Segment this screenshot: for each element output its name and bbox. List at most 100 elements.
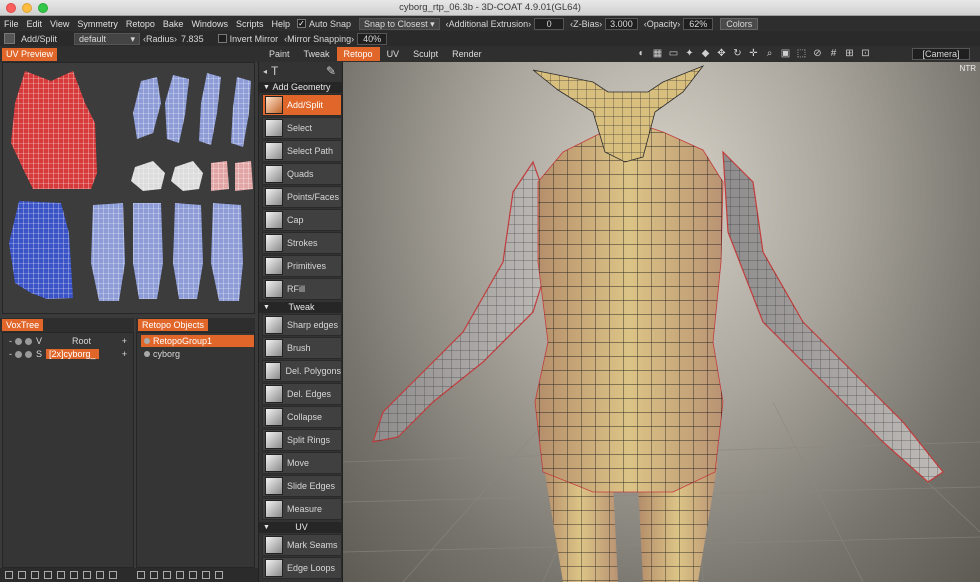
settings-layer-icon[interactable] <box>96 571 104 579</box>
radius-value[interactable]: 7.835 <box>181 34 204 44</box>
colors-button[interactable]: Colors <box>720 17 759 30</box>
close-layer-icon[interactable] <box>109 571 117 579</box>
3d-viewport[interactable]: NTR <box>343 62 980 582</box>
invert-mirror-checkbox[interactable] <box>217 34 227 43</box>
delete-layer-icon[interactable] <box>31 571 39 579</box>
retopo-object-row[interactable]: cyborg <box>141 348 254 360</box>
auto-snap-option[interactable]: ✓ Auto Snap <box>294 19 354 29</box>
tool-select-path[interactable]: Select Path <box>262 140 342 162</box>
brush-pen-icon[interactable]: ✎ <box>326 64 336 78</box>
snap-grid-icon[interactable]: ⊡ <box>860 48 871 59</box>
auto-snap-checkbox[interactable]: ✓ <box>296 19 306 28</box>
tool-collapse[interactable]: Collapse <box>262 406 342 428</box>
visibility-eye-icon[interactable] <box>144 351 150 357</box>
tab-tweak[interactable]: Tweak <box>297 47 337 61</box>
tool-split-rings[interactable]: Split Rings <box>262 429 342 451</box>
text-tool-icon[interactable]: T <box>271 64 278 78</box>
ghost-icon[interactable] <box>25 350 32 358</box>
duplicate-layer-icon[interactable] <box>18 571 26 579</box>
move-layer-icon[interactable] <box>70 571 78 579</box>
menu-help[interactable]: Help <box>267 19 294 29</box>
tool-move[interactable]: Move <box>262 452 342 474</box>
menu-symmetry[interactable]: Symmetry <box>73 19 122 29</box>
visibility-eye-icon[interactable] <box>15 337 22 345</box>
mirror-snapping-field[interactable]: ‹ Mirror Snapping › 40% <box>281 32 390 45</box>
collapse-arrow-icon[interactable]: ◂ <box>263 67 267 76</box>
visibility-eye-icon[interactable] <box>15 350 22 358</box>
add-layer-icon[interactable]: + <box>122 336 127 346</box>
rotate-icon[interactable]: ↻ <box>732 48 743 59</box>
tool-select[interactable]: Select <box>262 117 342 139</box>
section-uv[interactable]: ▼ UV <box>259 522 344 533</box>
image-icon[interactable]: ▭ <box>668 48 679 59</box>
move-icon[interactable]: ✥ <box>716 48 727 59</box>
tab-sculpt[interactable]: Sculpt <box>406 47 445 61</box>
menu-retopo[interactable]: Retopo <box>122 19 159 29</box>
tool-cap[interactable]: Cap <box>262 209 342 231</box>
uv-preview-tab[interactable]: UV Preview <box>2 48 58 61</box>
visibility-eye-icon[interactable] <box>144 338 150 344</box>
retopo-close-icon[interactable] <box>215 571 223 579</box>
merge-retopo-group-icon[interactable] <box>163 571 171 579</box>
tab-uv[interactable]: UV <box>380 47 407 61</box>
grid-layer-icon[interactable] <box>83 571 91 579</box>
zoom-icon[interactable]: ⌕ <box>764 48 775 59</box>
snap-mode-dropdown[interactable]: Snap to Closest ▾ <box>359 17 440 30</box>
prohibit-icon[interactable]: ⊘ <box>812 48 823 59</box>
tool-sharp-edges[interactable]: Sharp edges <box>262 314 342 336</box>
additional-extrusion-input[interactable]: 0 <box>534 17 565 30</box>
fit-icon[interactable]: ⬚ <box>796 48 807 59</box>
tool-del-edges[interactable]: Del. Edges <box>262 383 342 405</box>
frame-icon[interactable]: ▣ <box>780 48 791 59</box>
retopo-objects-tab[interactable]: Retopo Objects <box>138 319 209 331</box>
hash-icon[interactable]: ⊞ <box>844 48 855 59</box>
mirror-snapping-input[interactable]: 40% <box>357 32 388 45</box>
ghost-icon[interactable] <box>25 337 32 345</box>
retopo-object-row[interactable]: RetopoGroup1 <box>141 335 254 347</box>
section-tweak[interactable]: ▼ Tweak <box>259 302 344 313</box>
preset-dropdown[interactable]: default ▾ <box>74 32 141 45</box>
instance-icon[interactable] <box>57 571 65 579</box>
menu-windows[interactable]: Windows <box>187 19 232 29</box>
menu-view[interactable]: View <box>46 19 73 29</box>
tab-paint[interactable]: Paint <box>262 47 297 61</box>
new-retopo-group-icon[interactable] <box>137 571 145 579</box>
retopo-grid-icon[interactable] <box>189 571 197 579</box>
grid-view-icon[interactable]: ▦ <box>652 48 663 59</box>
new-layer-icon[interactable] <box>5 571 13 579</box>
zbias-field[interactable]: ‹ Z-Bias › 3.000 <box>567 17 641 30</box>
zbias-input[interactable]: 3.000 <box>605 17 638 30</box>
pan-icon[interactable]: ✛ <box>748 48 759 59</box>
tool-brush[interactable]: Brush <box>262 337 342 359</box>
tool-strokes[interactable]: Strokes <box>262 232 342 254</box>
sphere-shading-icon[interactable]: ◐ <box>636 48 647 59</box>
delete-retopo-group-icon[interactable] <box>150 571 158 579</box>
section-add-geometry[interactable]: ▼ Add Geometry <box>259 82 344 93</box>
grid-icon[interactable]: # <box>828 48 839 59</box>
tool-quads[interactable]: Quads <box>262 163 342 185</box>
tool-points-faces[interactable]: Points/Faces <box>262 186 342 208</box>
tool-slide-edges[interactable]: Slide Edges <box>262 475 342 497</box>
tab-render[interactable]: Render <box>445 47 489 61</box>
tool-mark-seams[interactable]: Mark Seams <box>262 534 342 556</box>
add-layer-icon[interactable]: + <box>122 349 127 359</box>
voxtree-row-root[interactable]: - V Root + <box>3 335 133 347</box>
menu-edit[interactable]: Edit <box>23 19 47 29</box>
merge-layer-icon[interactable] <box>44 571 52 579</box>
menu-file[interactable]: File <box>0 19 23 29</box>
invert-mirror-option[interactable]: Invert Mirror <box>215 34 282 44</box>
radius-field[interactable]: ‹ Radius › 7.835 <box>140 34 207 44</box>
voxtree-row-cyborg[interactable]: - S [2x]cyborg_ + <box>3 348 133 360</box>
opacity-input[interactable]: 62% <box>683 17 714 30</box>
additional-extrusion-field[interactable]: ‹ Additional Extrusion › 0 <box>443 17 568 30</box>
tool-add-split[interactable]: Add/Split <box>262 94 342 116</box>
camera-dropdown[interactable]: [Camera] <box>912 48 970 60</box>
tool-edge-loops[interactable]: Edge Loops <box>262 557 342 579</box>
drop-icon[interactable]: ◆ <box>700 48 711 59</box>
tab-retopo[interactable]: Retopo <box>336 47 380 61</box>
tool-rfill[interactable]: RFill <box>262 278 342 300</box>
tool-measure[interactable]: Measure <box>262 498 342 520</box>
opacity-field[interactable]: ‹ Opacity › 62% <box>641 17 717 30</box>
light-icon[interactable]: ✦ <box>684 48 695 59</box>
tool-del-polygons[interactable]: Del. Polygons <box>262 360 342 382</box>
